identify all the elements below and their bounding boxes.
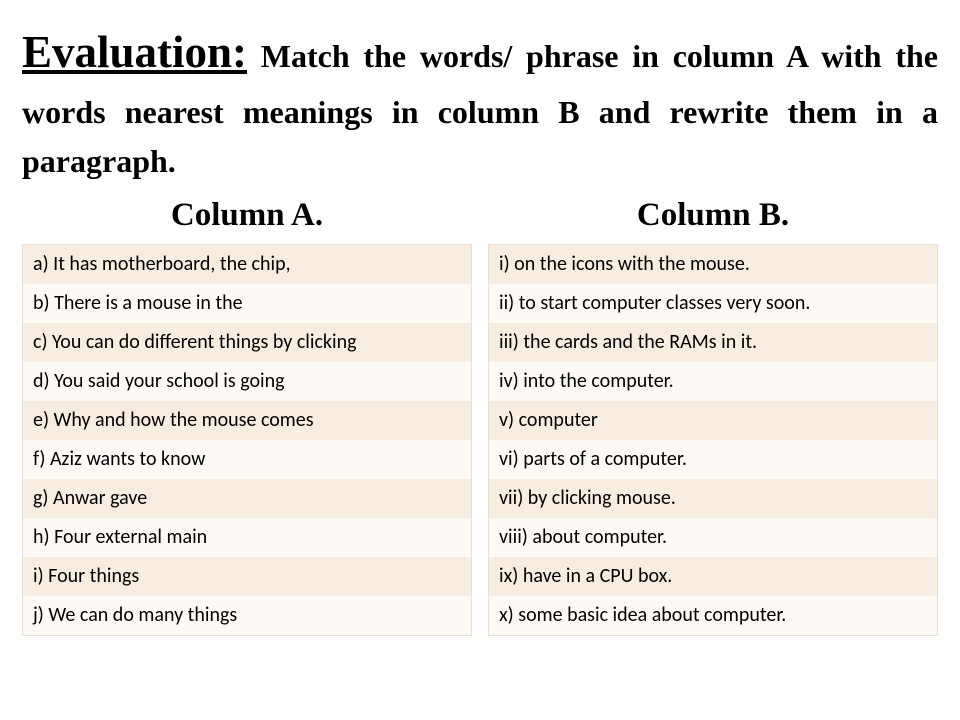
list-item: i) on the icons with the mouse.: [489, 245, 937, 284]
list-item: v) computer: [489, 401, 937, 440]
list-item: f) Aziz wants to know: [23, 440, 471, 479]
list-item: vii) by clicking mouse.: [489, 479, 937, 518]
list-item: vi) parts of a computer.: [489, 440, 937, 479]
column-b-title: Column B.: [488, 197, 938, 234]
instruction-heading: Evaluation: Match the words/ phrase in c…: [22, 18, 938, 187]
list-item: c) You can do different things by clicki…: [23, 323, 471, 362]
list-item: d) You said your school is going: [23, 362, 471, 401]
column-a: Column A. a) It has motherboard, the chi…: [22, 197, 472, 636]
list-item: e) Why and how the mouse comes: [23, 401, 471, 440]
column-b: Column B. i) on the icons with the mouse…: [488, 197, 938, 636]
list-item: viii) about computer.: [489, 518, 937, 557]
list-item: x) some basic idea about computer.: [489, 596, 937, 635]
column-a-table: a) It has motherboard, the chip, b) Ther…: [22, 244, 472, 636]
column-a-title: Column A.: [22, 197, 472, 234]
list-item: a) It has motherboard, the chip,: [23, 245, 471, 284]
columns-wrapper: Column A. a) It has motherboard, the chi…: [22, 197, 938, 636]
list-item: ix) have in a CPU box.: [489, 557, 937, 596]
list-item: g) Anwar gave: [23, 479, 471, 518]
list-item: h) Four external main: [23, 518, 471, 557]
list-item: j) We can do many things: [23, 596, 471, 635]
list-item: i) Four things: [23, 557, 471, 596]
list-item: ii) to start computer classes very soon.: [489, 284, 937, 323]
heading-lead: Evaluation:: [22, 27, 247, 77]
column-b-table: i) on the icons with the mouse. ii) to s…: [488, 244, 938, 636]
list-item: iv) into the computer.: [489, 362, 937, 401]
list-item: b) There is a mouse in the: [23, 284, 471, 323]
list-item: iii) the cards and the RAMs in it.: [489, 323, 937, 362]
